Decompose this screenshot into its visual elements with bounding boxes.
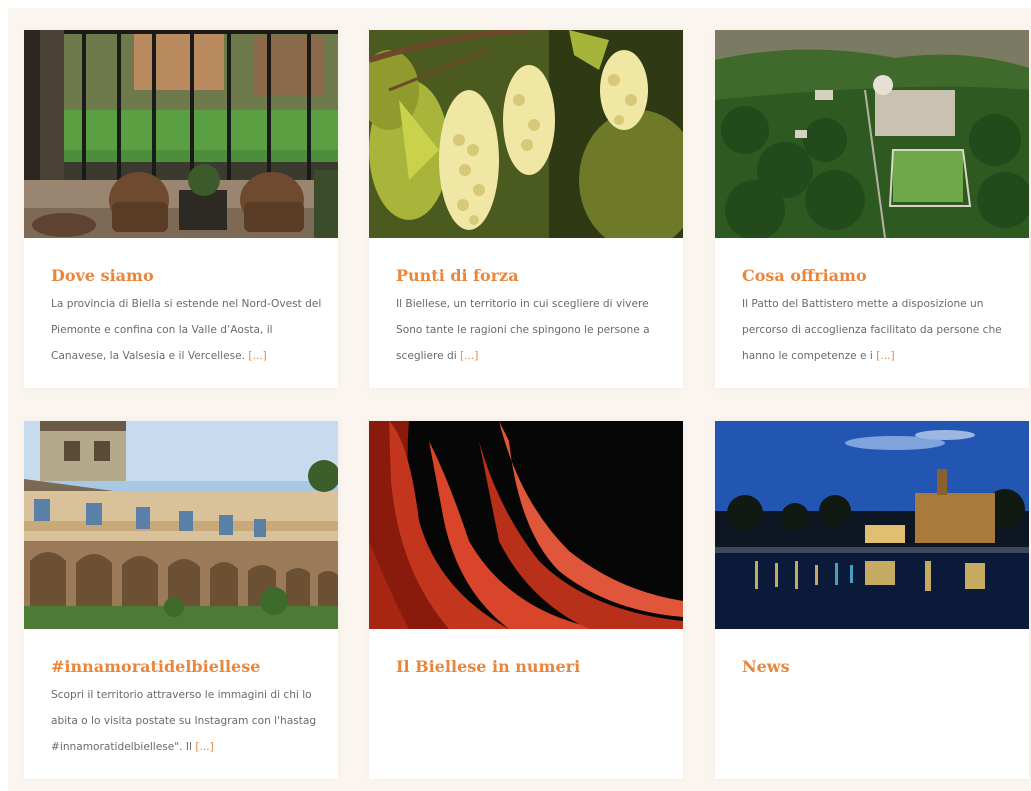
card-image-veranda[interactable] bbox=[24, 30, 338, 238]
card-excerpt: Il Biellese, un territorio in cui scegli… bbox=[396, 291, 671, 369]
card-title[interactable]: Cosa offriamo bbox=[742, 266, 867, 285]
card-title[interactable]: Punti di forza bbox=[396, 266, 519, 285]
card-image-aerial-view[interactable] bbox=[715, 30, 1029, 238]
card-excerpt-text: La provincia di Biella si estende nel No… bbox=[51, 298, 322, 362]
read-more-link[interactable]: [...] bbox=[876, 350, 894, 362]
card-excerpt: La provincia di Biella si estende nel No… bbox=[51, 291, 326, 369]
card-title[interactable]: #innamoratidelbiellese bbox=[51, 657, 260, 676]
card-title[interactable]: Il Biellese in numeri bbox=[396, 657, 580, 676]
cards-grid: Dove siamo La provincia di Biella si est… bbox=[8, 8, 1031, 791]
card-image-grapes[interactable] bbox=[369, 30, 683, 238]
card-excerpt-text: Il Patto del Battistero mette a disposiz… bbox=[742, 298, 1002, 362]
card-innamoratidelbiellese: #innamoratidelbiellese Scopri il territo… bbox=[24, 421, 338, 779]
card-title[interactable]: News bbox=[742, 657, 790, 676]
card-excerpt: Il Patto del Battistero mette a disposiz… bbox=[742, 291, 1017, 369]
read-more-link[interactable]: [...] bbox=[195, 741, 213, 753]
card-image-red-fabric[interactable] bbox=[369, 421, 683, 629]
card-image-night-lake[interactable] bbox=[715, 421, 1029, 629]
card-image-cloister[interactable] bbox=[24, 421, 338, 629]
card-title[interactable]: Dove siamo bbox=[51, 266, 154, 285]
card-cosa-offriamo: Cosa offriamo Il Patto del Battistero me… bbox=[715, 30, 1029, 388]
card-biellese-in-numeri: Il Biellese in numeri bbox=[369, 421, 683, 779]
card-punti-di-forza: Punti di forza Il Biellese, un territori… bbox=[369, 30, 683, 388]
read-more-link[interactable]: [...] bbox=[248, 350, 266, 362]
card-dove-siamo: Dove siamo La provincia di Biella si est… bbox=[24, 30, 338, 388]
read-more-link[interactable]: [...] bbox=[460, 350, 478, 362]
card-news: News bbox=[715, 421, 1029, 779]
card-excerpt-text: Scopri il territorio attraverso le immag… bbox=[51, 689, 317, 753]
card-excerpt: Scopri il territorio attraverso le immag… bbox=[51, 682, 326, 760]
card-excerpt-text: Il Biellese, un territorio in cui scegli… bbox=[396, 298, 650, 362]
